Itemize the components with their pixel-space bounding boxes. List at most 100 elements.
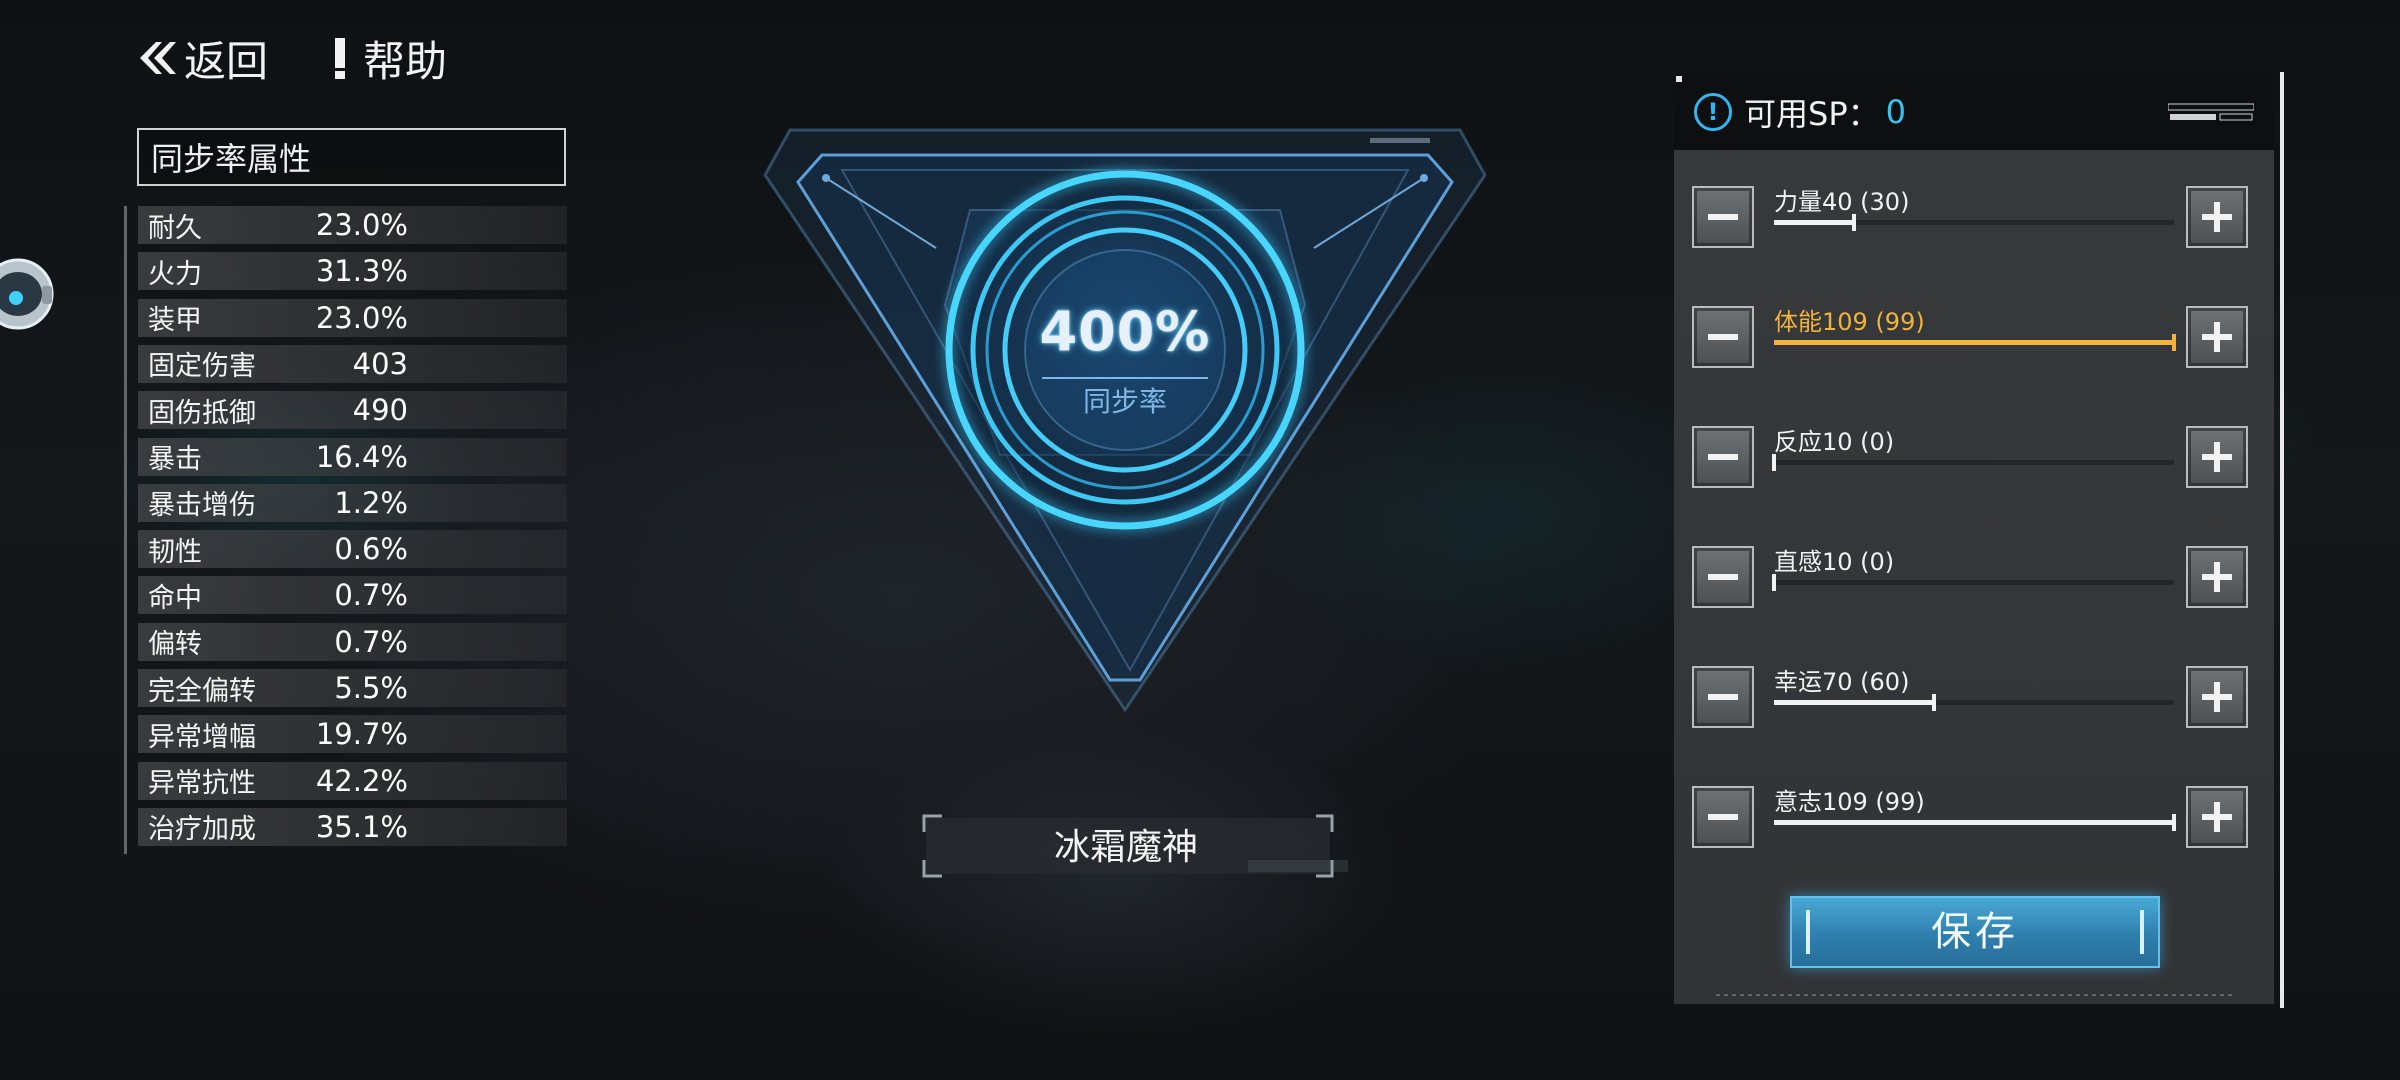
increase-stat-button[interactable] xyxy=(2186,786,2248,848)
attribute-name: 异常增幅 xyxy=(148,721,256,753)
robot-mascot-icon[interactable] xyxy=(0,248,56,340)
attribute-row: 耐久 23.0% xyxy=(138,206,567,244)
sp-value: 0 xyxy=(1885,93,1906,131)
plus-icon-vertical xyxy=(2214,562,2220,592)
decrease-stat-button[interactable] xyxy=(1692,786,1754,848)
plus-icon-vertical xyxy=(2214,442,2220,472)
attribute-value: 1.2% xyxy=(334,485,408,520)
sp-label: 可用SP： xyxy=(1744,95,1880,133)
attribute-row: 异常抗性 42.2% xyxy=(138,761,567,800)
stat-progress-track xyxy=(1774,334,2176,351)
save-button[interactable]: 保存 xyxy=(1790,896,2160,968)
attribute-name: 韧性 xyxy=(148,536,202,568)
sync-rate-label: 同步率 xyxy=(1082,385,1167,418)
panel-right-rail xyxy=(2280,72,2284,1008)
attribute-value: 31.3% xyxy=(315,254,408,289)
stat-row: 意志109 (99) xyxy=(1692,786,2252,856)
double-chevron-left-icon xyxy=(140,42,176,74)
plus-icon-vertical xyxy=(2214,202,2220,232)
attribute-row: 完全偏转 5.5% xyxy=(138,669,567,707)
attribute-row: 命中 0.7% xyxy=(138,576,567,615)
attribute-value: 23.0% xyxy=(315,208,408,242)
attribute-name: 耐久 xyxy=(148,212,202,244)
stat-progress-track xyxy=(1774,214,2174,231)
stat-label: 反应10 (0) xyxy=(1774,428,1895,456)
attribute-value: 0.6% xyxy=(334,532,408,567)
minus-icon xyxy=(1708,334,1738,340)
minus-icon xyxy=(1708,574,1738,580)
attribute-row: 韧性 0.6% xyxy=(138,530,567,569)
attribute-name: 火力 xyxy=(148,258,202,290)
stat-row: 体能109 (99) xyxy=(1692,306,2252,376)
attribute-name: 固伤抵御 xyxy=(148,397,256,429)
increase-stat-button[interactable] xyxy=(2186,666,2248,728)
stat-progress-fill xyxy=(1774,214,1856,231)
stat-label: 体能109 (99) xyxy=(1774,308,1925,336)
attribute-row: 暴击 16.4% xyxy=(138,437,567,476)
attribute-name: 异常抗性 xyxy=(148,768,256,800)
stat-label: 直感10 (0) xyxy=(1774,548,1895,576)
save-label: 保存 xyxy=(1931,909,2019,955)
sync-rate-value: 400% xyxy=(1039,300,1211,363)
increase-stat-button[interactable] xyxy=(2186,186,2248,248)
info-icon[interactable]: ! xyxy=(1694,93,1732,131)
attribute-row: 固定伤害 403 xyxy=(138,344,567,383)
attribute-row: 固伤抵御 490 xyxy=(138,391,567,430)
attribute-value: 0.7% xyxy=(334,578,408,613)
stat-row: 幸运70 (60) xyxy=(1692,666,2252,736)
attribute-name: 偏转 xyxy=(148,629,202,661)
attributes-title: 同步率属性 xyxy=(151,140,312,178)
stat-label: 幸运70 (60) xyxy=(1774,668,1910,696)
increase-stat-button[interactable] xyxy=(2186,426,2248,488)
attribute-row: 暴击增伤 1.2% xyxy=(138,483,567,522)
attribute-row: 偏转 0.7% xyxy=(138,622,567,661)
minus-icon xyxy=(1708,454,1738,460)
sp-header: ! 可用SP： 0 xyxy=(1674,74,2274,150)
attribute-value: 42.2% xyxy=(315,763,408,798)
attribute-value: 23.0% xyxy=(315,300,408,335)
stat-label: 力量40 (30) xyxy=(1774,188,1910,216)
attribute-name: 暴击 xyxy=(148,444,202,475)
attribute-value: 19.7% xyxy=(315,717,408,752)
stat-progress-track xyxy=(1774,694,2174,711)
stat-progress-track xyxy=(1772,574,2174,591)
attribute-name: 固定伤害 xyxy=(148,351,256,383)
brand-logo-icon xyxy=(2168,103,2254,121)
attribute-value: 490 xyxy=(352,393,408,428)
attribute-row: 异常增幅 19.7% xyxy=(138,715,567,754)
stat-label: 意志109 (99) xyxy=(1774,788,1925,816)
attributes-panel-header: 同步率属性 xyxy=(137,128,566,186)
attributes-rail xyxy=(124,206,127,854)
help-button[interactable]: 帮助 xyxy=(333,30,447,86)
attribute-row: 装甲 23.0% xyxy=(138,298,567,337)
decrease-stat-button[interactable] xyxy=(1692,666,1754,728)
attribute-row: 火力 31.3% xyxy=(138,252,567,291)
unit-name: 冰霜魔神 xyxy=(1053,827,1198,868)
minus-icon xyxy=(1708,214,1738,220)
help-label: 帮助 xyxy=(363,36,448,86)
decrease-stat-button[interactable] xyxy=(1692,426,1754,488)
attribute-value: 35.1% xyxy=(315,809,408,844)
stat-row: 直感10 (0) xyxy=(1692,546,2252,616)
decrease-stat-button[interactable] xyxy=(1692,306,1754,368)
attribute-name: 命中 xyxy=(148,582,202,614)
decrease-stat-button[interactable] xyxy=(1692,186,1754,248)
sync-rate-emblem xyxy=(763,128,1487,713)
stat-progress-fill xyxy=(1774,694,1936,711)
panel-footer-divider xyxy=(1716,994,2236,996)
attribute-value: 5.5% xyxy=(334,671,408,705)
back-button[interactable]: 返回 xyxy=(136,30,268,86)
attribute-name: 治疗加成 xyxy=(148,814,256,846)
increase-stat-button[interactable] xyxy=(2186,306,2248,368)
stat-progress-track xyxy=(1774,814,2176,831)
attribute-name: 完全偏转 xyxy=(148,675,256,707)
panel-corner-marker xyxy=(1676,76,1682,82)
attribute-row: 治疗加成 35.1% xyxy=(138,807,567,846)
decrease-stat-button[interactable] xyxy=(1692,546,1754,608)
minus-icon xyxy=(1708,694,1738,700)
increase-stat-button[interactable] xyxy=(2186,546,2248,608)
stat-row: 反应10 (0) xyxy=(1692,426,2252,496)
plus-icon-vertical xyxy=(2214,682,2220,712)
attribute-value: 16.4% xyxy=(315,439,408,474)
exclamation-icon xyxy=(333,36,347,80)
